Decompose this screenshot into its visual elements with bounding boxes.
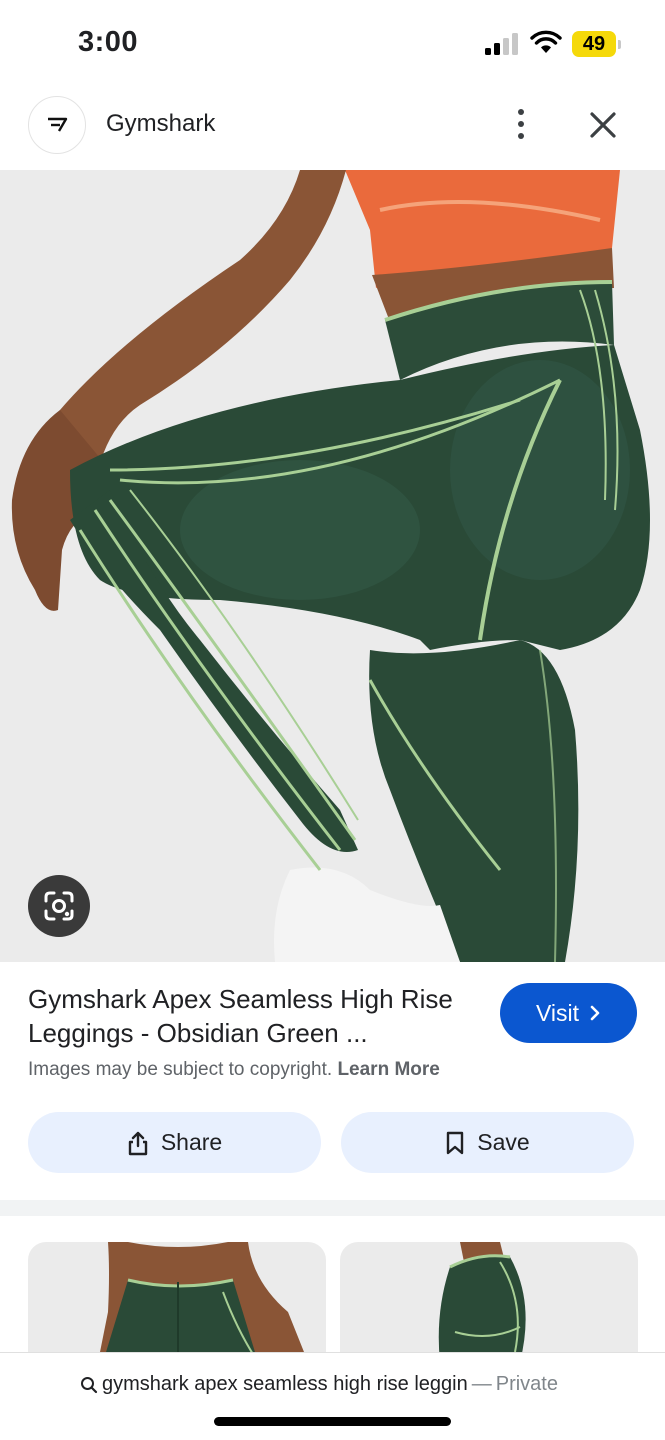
- status-bar: 3:00 49: [0, 0, 665, 84]
- save-button[interactable]: Save: [341, 1112, 634, 1173]
- leggings-illustration: [0, 170, 665, 962]
- home-indicator[interactable]: [214, 1417, 451, 1426]
- share-icon: [128, 1131, 148, 1155]
- google-lens-icon[interactable]: [28, 875, 90, 937]
- chevron-right-icon: [590, 1005, 600, 1021]
- result-title[interactable]: Gymshark Apex Seamless High Rise Legging…: [28, 982, 483, 1050]
- lens-glyph: [44, 891, 74, 921]
- status-time: 3:00: [78, 26, 139, 58]
- learn-more-link[interactable]: Learn More: [337, 1059, 439, 1080]
- gymshark-logo-glyph: [48, 117, 68, 132]
- url-separator: —: [471, 1373, 492, 1395]
- battery-tip: [618, 40, 621, 49]
- visit-button[interactable]: Visit: [500, 983, 637, 1043]
- wifi-icon: [530, 30, 562, 53]
- search-icon: [81, 1376, 98, 1393]
- visit-label: Visit: [535, 999, 580, 1026]
- share-button[interactable]: Share: [28, 1112, 321, 1173]
- close-icon[interactable]: [584, 106, 622, 144]
- private-mode-label: Private: [495, 1373, 558, 1395]
- gymshark-logo-icon[interactable]: [28, 96, 86, 154]
- more-vert-icon[interactable]: [505, 104, 537, 144]
- cellular-signal-icon: [485, 33, 518, 55]
- related-image-2-illustration: [438, 1242, 526, 1362]
- url-bar[interactable]: gymshark apex seamless high rise leggin …: [0, 1352, 665, 1440]
- section-divider: [0, 1200, 665, 1216]
- save-label: Save: [477, 1129, 530, 1155]
- related-image-1-illustration: [98, 1242, 308, 1362]
- related-image-2[interactable]: [340, 1242, 638, 1362]
- battery-icon: 49: [572, 31, 616, 57]
- copyright-text: Images may be subject to copyright.: [28, 1059, 333, 1080]
- site-header: Gymshark: [0, 84, 665, 170]
- share-label: Share: [160, 1129, 223, 1155]
- url-query: gymshark apex seamless high rise leggin: [102, 1373, 468, 1395]
- product-image[interactable]: [0, 170, 665, 962]
- copyright-notice: Images may be subject to copyright. Lear…: [28, 1059, 440, 1081]
- bookmark-icon: [447, 1131, 464, 1154]
- site-name[interactable]: Gymshark: [106, 110, 215, 138]
- related-image-1[interactable]: [28, 1242, 326, 1362]
- url-text[interactable]: gymshark apex seamless high rise leggin …: [80, 1373, 558, 1396]
